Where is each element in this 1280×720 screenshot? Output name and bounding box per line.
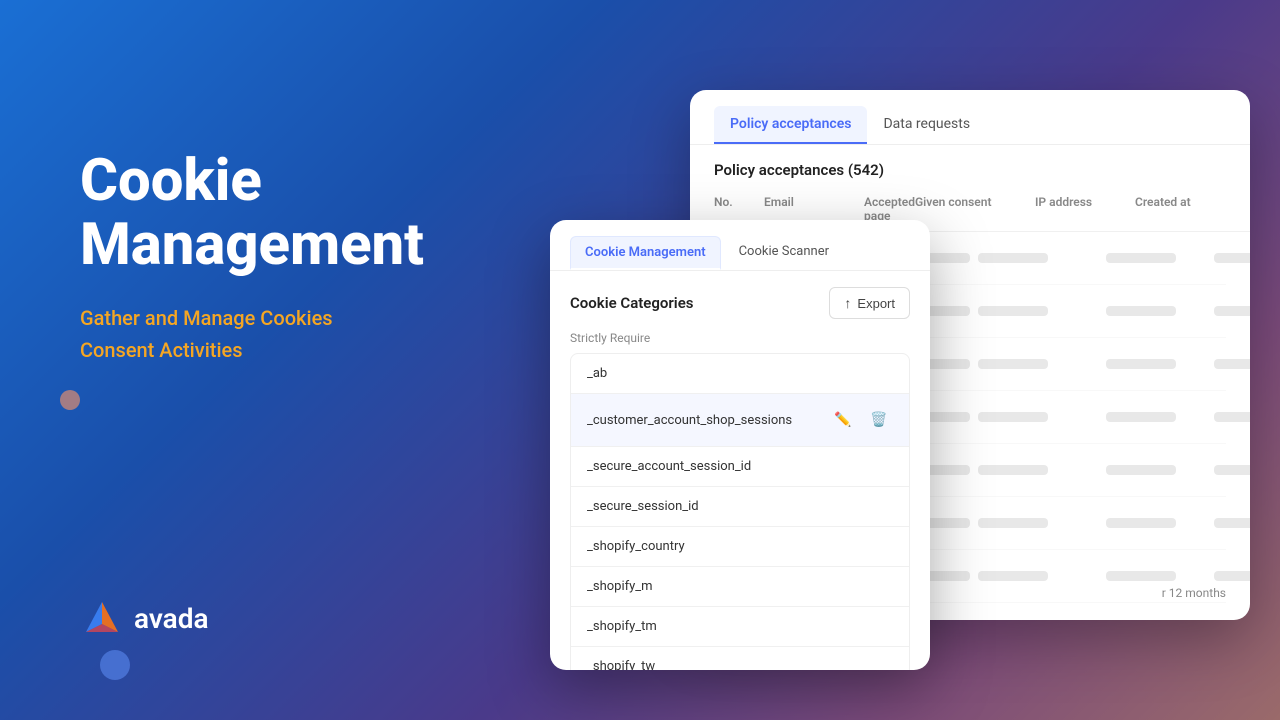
cookie-panel: Cookie Management Cookie Scanner Cookie …: [550, 220, 930, 670]
logo-area: avada: [80, 596, 209, 640]
export-icon: ↑: [844, 295, 851, 311]
cookie-item-name: _customer_account_shop_sessions: [587, 413, 792, 428]
cookie-item-name: _shopify_country: [587, 539, 685, 554]
policy-panel-note: r 12 months: [1162, 586, 1226, 600]
cookie-item-name: _secure_account_session_id: [587, 459, 751, 474]
policy-tab-data-requests[interactable]: Data requests: [867, 106, 986, 144]
cookie-list-item[interactable]: _ab: [571, 354, 909, 394]
cookie-list-item[interactable]: _secure_session_id: [571, 487, 909, 527]
col-accepted-page: Accepted page: [864, 195, 915, 223]
deco-circle: [60, 390, 80, 410]
delete-cookie-icon[interactable]: 🗑️: [865, 406, 893, 434]
cookie-categories-header: Cookie Categories ↑ Export: [570, 287, 910, 319]
cookie-list-item[interactable]: _shopify_tw: [571, 647, 909, 670]
cookie-item-name: _shopify_tw: [587, 659, 655, 670]
cookie-categories-title: Cookie Categories: [570, 294, 693, 312]
col-ip-address: IP address: [1035, 195, 1135, 223]
cookie-list-item[interactable]: _shopify_m: [571, 567, 909, 607]
cookie-tab-scanner[interactable]: Cookie Scanner: [725, 236, 843, 270]
cookie-list: _ab _customer_account_shop_sessions ✏️ 🗑️ _s…: [570, 353, 910, 670]
strictly-require-label: Strictly Require: [570, 331, 910, 345]
left-content: Cookie Management Gather and Manage Cook…: [80, 150, 424, 366]
col-given-consent: Given consent: [915, 195, 1035, 223]
main-title: Cookie Management: [80, 150, 424, 278]
cookie-list-item[interactable]: _shopify_country: [571, 527, 909, 567]
cookie-item-actions: ✏️ 🗑️: [829, 406, 893, 434]
logo-text: avada: [134, 602, 209, 635]
policy-tab-active[interactable]: Policy acceptances: [714, 106, 867, 144]
col-email: Email: [764, 195, 864, 223]
cookie-item-name: _secure_session_id: [587, 499, 699, 514]
edit-cookie-icon[interactable]: ✏️: [829, 406, 857, 434]
cookie-list-item[interactable]: _secure_account_session_id: [571, 447, 909, 487]
cookie-list-item[interactable]: _shopify_tm: [571, 607, 909, 647]
policy-heading: Policy acceptances (542): [690, 145, 1250, 187]
cookie-tab-management[interactable]: Cookie Management: [570, 236, 721, 270]
col-created-at: Created at: [1135, 195, 1235, 223]
cookie-item-name: _shopify_m: [587, 579, 653, 594]
cookie-item-name: _ab: [587, 366, 607, 381]
col-no: No.: [714, 195, 764, 223]
cookie-item-name: _shopify_tm: [587, 619, 657, 634]
subtitle: Gather and Manage Cookies Consent Activi…: [80, 302, 424, 366]
export-button[interactable]: ↑ Export: [829, 287, 910, 319]
cookie-list-item[interactable]: _customer_account_shop_sessions ✏️ 🗑️: [571, 394, 909, 447]
avada-logo-icon: [80, 596, 124, 640]
policy-tabs: Policy acceptances Data requests: [690, 90, 1250, 145]
cookie-tabs: Cookie Management Cookie Scanner: [550, 220, 930, 271]
cookie-content: Cookie Categories ↑ Export Strictly Requ…: [550, 271, 930, 670]
deco-circle-2: [100, 650, 130, 680]
